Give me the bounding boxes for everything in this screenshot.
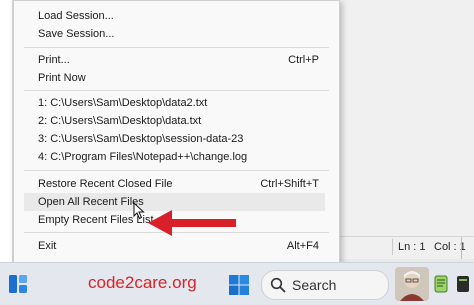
status-corner bbox=[461, 237, 474, 259]
notepad-plus-plus-icon[interactable] bbox=[432, 273, 450, 295]
status-line: Ln : 1 bbox=[398, 241, 426, 253]
menu-item-label: Restore Recent Closed File bbox=[38, 178, 173, 190]
menu-item-label: 2: C:\Users\Sam\Desktop\data.txt bbox=[38, 115, 202, 127]
mouse-cursor-icon bbox=[133, 202, 145, 220]
search-icon bbox=[270, 277, 286, 293]
widgets-icon[interactable] bbox=[8, 274, 28, 294]
menu-item-label: 3: C:\Users\Sam\Desktop\session-data-23 bbox=[38, 133, 244, 145]
menu-separator bbox=[24, 170, 329, 171]
menu-item-label: Exit bbox=[38, 240, 57, 252]
menu-item-label: Save Session... bbox=[38, 28, 115, 40]
status-separator bbox=[392, 239, 393, 255]
menu-item-restore-closed[interactable]: Restore Recent Closed File Ctrl+Shift+T bbox=[24, 175, 325, 193]
avatar[interactable] bbox=[395, 267, 429, 301]
menu-separator bbox=[24, 47, 329, 48]
menu-separator bbox=[24, 90, 329, 91]
menu-item-recent-3[interactable]: 3: C:\Users\Sam\Desktop\session-data-23 bbox=[24, 130, 325, 148]
person-avatar-icon bbox=[395, 267, 429, 301]
menu-item-print[interactable]: Print... Ctrl+P bbox=[24, 51, 325, 69]
menu-item-print-now[interactable]: Print Now bbox=[24, 69, 325, 87]
menu-item-shortcut: Ctrl+Shift+T bbox=[260, 178, 319, 190]
menu-item-recent-2[interactable]: 2: C:\Users\Sam\Desktop\data.txt bbox=[24, 112, 325, 130]
menu-item-label: Open All Recent Files bbox=[38, 196, 144, 208]
menu-item-label: Load Session... bbox=[38, 10, 114, 22]
menu-item-shortcut: Ctrl+P bbox=[288, 54, 319, 66]
menu-item-label: 4: C:\Program Files\Notepad++\change.log bbox=[38, 151, 248, 163]
editor-background bbox=[340, 0, 474, 236]
taskbar: code2care.org Search bbox=[0, 262, 474, 305]
editor-left-strip bbox=[0, 0, 13, 262]
menu-item-label: Print Now bbox=[38, 72, 86, 84]
menu-item-exit[interactable]: Exit Alt+F4 bbox=[24, 237, 325, 255]
app-icon[interactable] bbox=[455, 273, 471, 295]
status-bar: Ln : 1 Col : 1 bbox=[340, 236, 474, 259]
brand-watermark: code2care.org bbox=[88, 273, 197, 292]
menu-item-load-session[interactable]: Load Session... bbox=[24, 7, 325, 25]
search-placeholder: Search bbox=[292, 277, 337, 293]
menu-item-label: Print... bbox=[38, 54, 70, 66]
menu-item-recent-4[interactable]: 4: C:\Program Files\Notepad++\change.log bbox=[24, 148, 325, 166]
menu-item-label: 1: C:\Users\Sam\Desktop\data2.txt bbox=[38, 97, 208, 109]
menu-item-shortcut: Alt+F4 bbox=[286, 240, 319, 252]
windows-start-icon[interactable] bbox=[229, 275, 249, 295]
red-arrow-annotation bbox=[148, 210, 236, 236]
menu-item-recent-1[interactable]: 1: C:\Users\Sam\Desktop\data2.txt bbox=[24, 94, 325, 112]
taskbar-search[interactable]: Search bbox=[261, 270, 389, 300]
menu-item-save-session[interactable]: Save Session... bbox=[24, 25, 325, 43]
